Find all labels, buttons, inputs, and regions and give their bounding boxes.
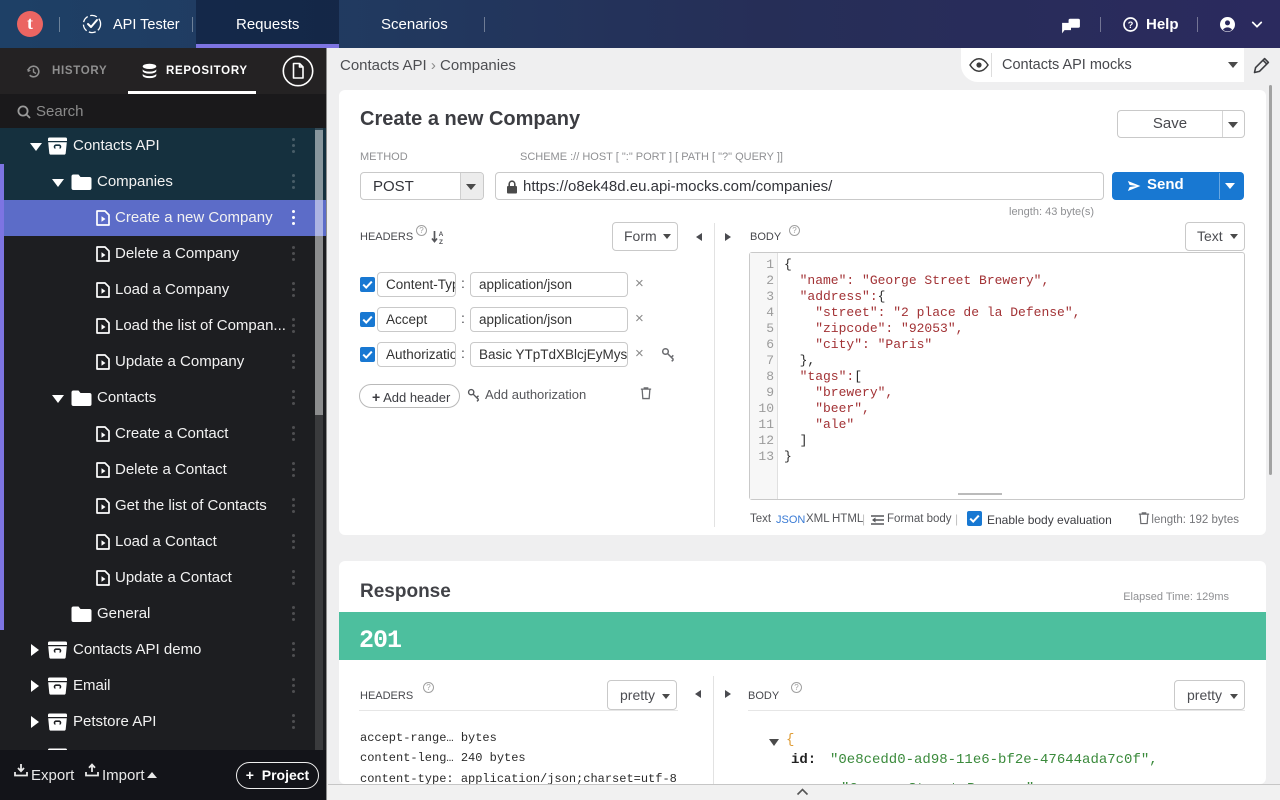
svg-text:Z: Z — [439, 239, 443, 245]
svg-text:A: A — [439, 231, 444, 238]
svg-text:?: ? — [1128, 20, 1134, 30]
